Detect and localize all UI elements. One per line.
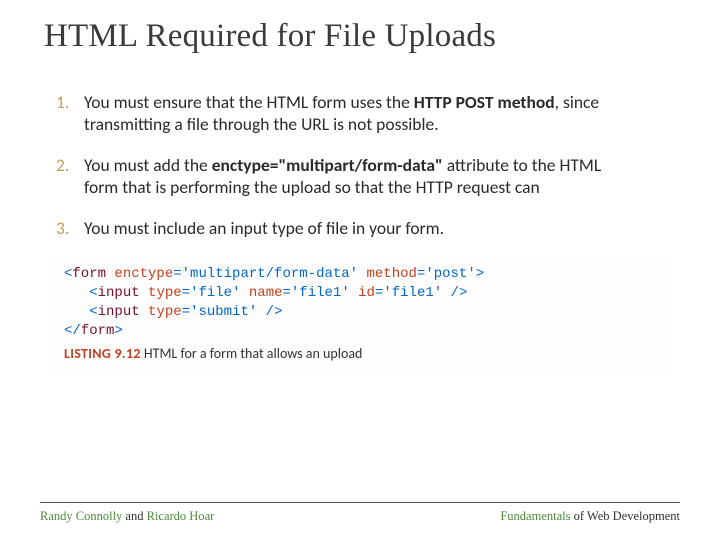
code-delim: </ bbox=[64, 323, 81, 339]
code-val-id: 'file1' bbox=[383, 285, 442, 301]
code-tag-input: input bbox=[98, 285, 140, 301]
code-attr-id: id bbox=[358, 285, 375, 301]
point-2-bold: enctype="multipart/form-data" bbox=[212, 154, 443, 176]
footer-book-b: of Web Development bbox=[571, 509, 681, 523]
footer-author-2: Ricardo Hoar bbox=[147, 509, 215, 523]
footer-left: Randy Connolly and Ricardo Hoar bbox=[40, 509, 214, 524]
point-1-text-a: You must ensure that the HTML form uses … bbox=[84, 91, 414, 113]
code-tag-input: input bbox=[98, 304, 140, 320]
code-space bbox=[350, 285, 358, 301]
code-val-type-submit: 'submit' bbox=[190, 304, 257, 320]
code-listing-box: <form enctype='multipart/form-data' meth… bbox=[54, 257, 666, 372]
code-val-type-file: 'file' bbox=[190, 285, 240, 301]
code-delim: /> bbox=[442, 285, 467, 301]
listing-desc: HTML for a form that allows an upload bbox=[141, 345, 363, 362]
code-val-enctype: 'multipart/form-data' bbox=[182, 266, 358, 282]
code-indent bbox=[64, 304, 89, 320]
listing-number: LISTING 9.12 bbox=[64, 345, 141, 362]
code-attr-type: type bbox=[148, 304, 182, 320]
code-eq: = bbox=[173, 266, 181, 282]
code-block: <form enctype='multipart/form-data' meth… bbox=[64, 265, 656, 341]
listing-caption: LISTING 9.12 HTML for a form that allows… bbox=[64, 345, 656, 362]
point-1: You must ensure that the HTML form uses … bbox=[84, 91, 666, 136]
point-2-text-a: You must add the bbox=[84, 154, 212, 176]
code-val-method: 'post' bbox=[425, 266, 475, 282]
point-1-bold: HTTP POST method bbox=[414, 91, 555, 113]
code-space bbox=[240, 285, 248, 301]
point-3: You must include an input type of file i… bbox=[84, 217, 666, 239]
code-delim: < bbox=[89, 285, 97, 301]
points-list: You must ensure that the HTML form uses … bbox=[54, 91, 666, 239]
point-3-text: You must include an input type of file i… bbox=[84, 217, 444, 239]
footer-right: Fundamentals of Web Development bbox=[500, 509, 680, 524]
code-attr-name: name bbox=[249, 285, 283, 301]
point-2: You must add the enctype="multipart/form… bbox=[84, 154, 666, 199]
code-delim: > bbox=[476, 266, 484, 282]
code-attr-type: type bbox=[148, 285, 182, 301]
code-val-name: 'file1' bbox=[291, 285, 350, 301]
code-tag-form: form bbox=[72, 266, 106, 282]
code-delim: /> bbox=[257, 304, 282, 320]
code-space bbox=[140, 304, 148, 320]
footer-author-1: Randy Connolly bbox=[40, 509, 122, 523]
code-eq: = bbox=[182, 285, 190, 301]
code-space bbox=[140, 285, 148, 301]
slide-footer: Randy Connolly and Ricardo Hoar Fundamen… bbox=[40, 502, 680, 524]
footer-book-a: Fundamentals bbox=[500, 509, 570, 523]
code-eq: = bbox=[283, 285, 291, 301]
code-indent bbox=[64, 285, 89, 301]
code-delim: > bbox=[114, 323, 122, 339]
code-attr-method: method bbox=[366, 266, 416, 282]
code-attr-enctype: enctype bbox=[114, 266, 173, 282]
footer-and: and bbox=[122, 509, 146, 523]
code-eq: = bbox=[182, 304, 190, 320]
code-tag-form-close: form bbox=[81, 323, 115, 339]
slide-title: HTML Required for File Uploads bbox=[44, 18, 666, 55]
code-delim: < bbox=[89, 304, 97, 320]
